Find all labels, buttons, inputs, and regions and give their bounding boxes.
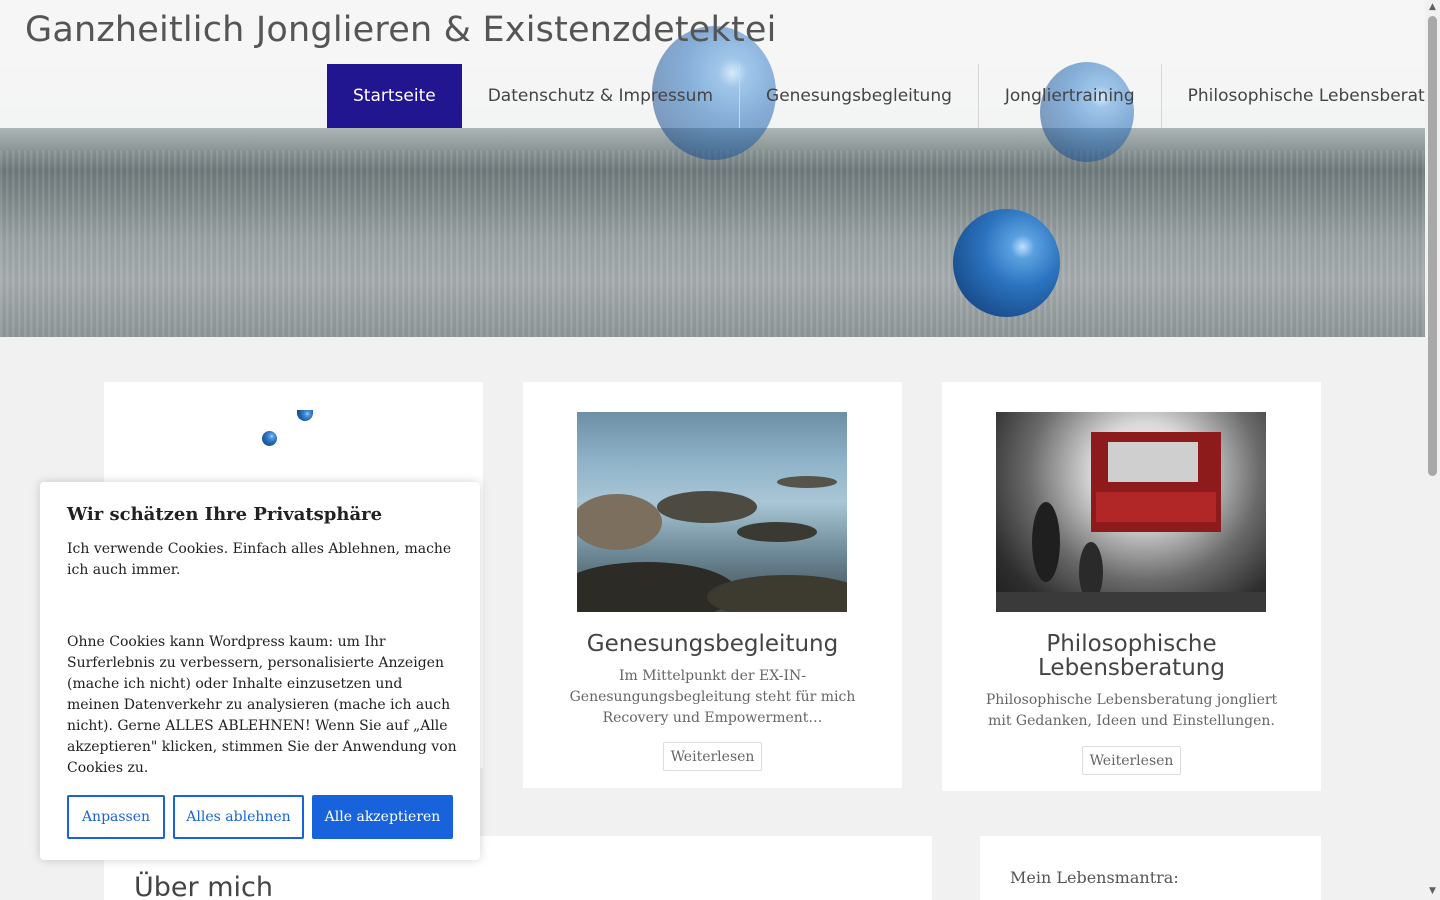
scroll-down-arrow-icon[interactable]: ▼	[1427, 886, 1438, 898]
about-title: Über mich	[134, 872, 273, 900]
cookie-accept-button[interactable]: Alle akzeptieren	[312, 795, 453, 839]
scroll-up-arrow-icon[interactable]: ▲	[1427, 2, 1438, 14]
nav-item-datenschutz-impressum[interactable]: Datenschutz & Impressum	[462, 64, 739, 128]
nav-item-philosophische-lebensberatung[interactable]: Philosophische Lebensberatung	[1160, 64, 1440, 128]
stones-in-water-illustration	[577, 476, 847, 612]
card-excerpt: Philosophische Lebensberatung jongliert …	[985, 692, 1278, 729]
main-navigation: Startseite Datenschutz & Impressum Genes…	[327, 64, 1440, 128]
mantra-label: Mein Lebensmantra:	[1010, 868, 1179, 887]
feature-card-genesungsbegleitung: Genesungsbegleitung Im Mittelpunkt der E…	[523, 382, 902, 788]
sea-glare	[0, 150, 1425, 337]
juggling-ball-image	[953, 209, 1060, 317]
cookie-reject-button[interactable]: Alles ablehnen	[173, 795, 304, 839]
scrollbar-thumb[interactable]	[1428, 16, 1437, 476]
nav-item-startseite[interactable]: Startseite	[327, 64, 462, 128]
read-more-button[interactable]: Weiterlesen	[1082, 746, 1181, 775]
read-more-button[interactable]: Weiterlesen	[663, 742, 762, 771]
cookie-consent-banner: Wir schätzen Ihre Privatsphäre Ich verwe…	[40, 482, 480, 860]
card-excerpt: Im Mittelpunkt der EX-IN-Genesungungsbeg…	[569, 668, 856, 726]
juggling-ball-image	[262, 431, 277, 446]
card-title[interactable]: Genesungsbegleitung	[523, 632, 902, 656]
mantra-widget: Mein Lebensmantra:	[980, 836, 1321, 900]
cookie-customize-button[interactable]: Anpassen	[67, 795, 165, 839]
site-title[interactable]: Ganzheitlich Jonglieren & Existenzdetekt…	[25, 10, 777, 50]
nav-item-jongliertraining[interactable]: Jongliertraining	[977, 64, 1161, 128]
cookie-text-long: Ohne Cookies kann Wordpress kaum: um Ihr…	[67, 634, 457, 776]
nav-item-genesungsbegleitung[interactable]: Genesungsbegleitung	[739, 64, 978, 128]
cookie-title: Wir schätzen Ihre Privatsphäre	[67, 504, 383, 525]
card-title[interactable]: Philosophische Lebensberatung	[942, 632, 1321, 680]
header-hero	[0, 0, 1425, 337]
juggling-ball-image	[297, 410, 313, 421]
stones-in-water-image[interactable]	[577, 412, 847, 612]
cave-cinema-image[interactable]	[996, 412, 1266, 612]
feature-card-philosophische-lebensberatung: Philosophische Lebensberatung Philosophi…	[942, 382, 1321, 791]
cookie-text-short: Ich verwende Cookies. Einfach alles Able…	[67, 541, 452, 578]
cave-cinema-illustration	[996, 432, 1266, 612]
